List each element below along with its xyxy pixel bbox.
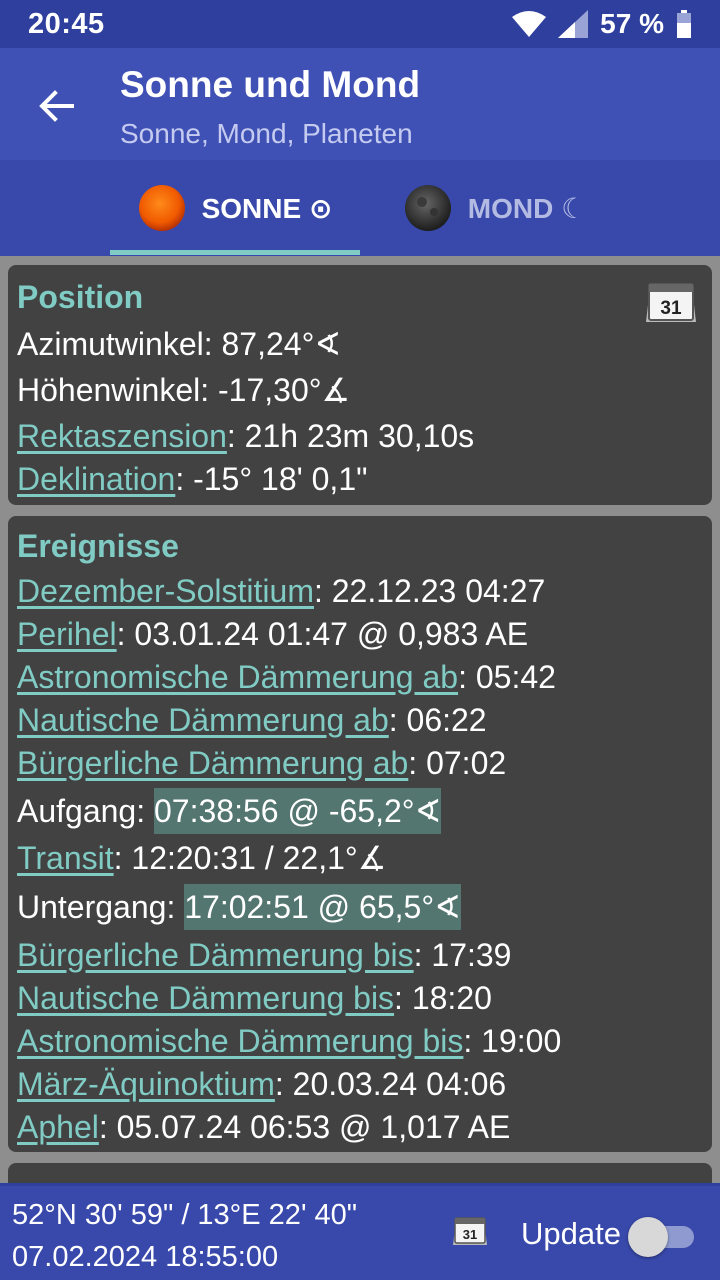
tab-bar: SONNE ⊙ MOND ☾ — [0, 160, 720, 256]
event-row: Bürgerliche Dämmerung ab: 07:02 — [17, 742, 703, 785]
event-row: Aphel: 05.07.24 06:53 @ 1,017 AE — [17, 1106, 703, 1149]
tab-indicator — [110, 250, 360, 255]
bottom-bar: 52°N 30' 59" / 13°E 22' 40" 07.02.2024 1… — [0, 1183, 720, 1280]
calendar-icon-text: 31 — [660, 298, 682, 319]
rektaszension-link[interactable]: Rektaszension — [17, 418, 227, 454]
row-label: Azimutwinkel — [17, 326, 204, 362]
tab-sun[interactable]: SONNE ⊙ — [110, 160, 360, 256]
event-link[interactable]: Perihel — [17, 616, 117, 652]
events-heading: Ereignisse — [17, 528, 179, 564]
event-link[interactable]: März-Äquinoktium — [17, 1066, 275, 1102]
calendar-icon: 31 — [453, 1217, 487, 1245]
event-row: Astronomische Dämmerung bis: 19:00 — [17, 1020, 703, 1063]
event-row: Dezember-Solstitium: 22.12.23 04:27 — [17, 570, 703, 613]
calendar-button[interactable]: 31 — [644, 280, 698, 333]
position-row: Azimutwinkel: 87,24°∢ — [17, 323, 703, 366]
calendar-icon: 31 — [646, 283, 696, 322]
row-value: : -15° 18' 0,1" — [175, 461, 368, 497]
toggle-thumb — [628, 1217, 668, 1257]
wifi-icon — [512, 11, 547, 37]
event-label: Untergang: — [17, 889, 185, 925]
moon-icon — [404, 185, 451, 231]
row-label: Höhenwinkel — [17, 372, 201, 408]
event-value: : 19:00 — [463, 1023, 562, 1059]
event-row: Nautische Dämmerung bis: 18:20 — [17, 977, 703, 1020]
event-value: : 05.07.24 06:53 @ 1,017 AE — [98, 1109, 511, 1145]
event-value: : 22.12.23 04:27 — [313, 573, 546, 609]
event-row: Untergang: 17:02:51 @ 65,5°∢ — [17, 880, 703, 934]
update-toggle[interactable] — [628, 1216, 696, 1257]
position-row: Rektaszension: 21h 23m 30,10s — [17, 415, 703, 458]
sun-icon — [138, 185, 185, 231]
event-value: : 12:20:31 / 22,1°∡ — [113, 840, 387, 876]
location-info[interactable]: 52°N 30' 59" / 13°E 22' 40" 07.02.2024 1… — [12, 1194, 357, 1278]
position-card: Position 31 Azimutwinkel: 87,24°∢ Höhenw… — [8, 265, 712, 505]
event-row: Bürgerliche Dämmerung bis: 17:39 — [17, 934, 703, 977]
event-link[interactable]: Bürgerliche Dämmerung bis — [17, 937, 414, 973]
datetime-text: 07.02.2024 18:55:00 — [12, 1241, 279, 1273]
position-row: Deklination: -15° 18' 0,1" — [17, 458, 703, 501]
event-row: Perihel: 03.01.24 01:47 @ 0,983 AE — [17, 613, 703, 656]
events-card: Ereignisse Dezember-Solstitium: 22.12.23… — [8, 516, 712, 1152]
event-value: : 07:02 — [408, 745, 507, 781]
event-link[interactable]: Aphel — [17, 1109, 99, 1145]
sunset-value: 17:02:51 @ 65,5°∢ — [184, 884, 461, 930]
deklination-link[interactable]: Deklination — [17, 461, 175, 497]
tab-moon[interactable]: MOND ☾ — [370, 160, 620, 256]
sunrise-value: 07:38:56 @ -65,2°∢ — [154, 788, 442, 834]
signal-icon — [558, 10, 589, 38]
coordinates-text: 52°N 30' 59" / 13°E 22' 40" — [12, 1199, 358, 1231]
date-picker-button[interactable]: 31 — [452, 1216, 488, 1253]
event-link[interactable]: Nautische Dämmerung bis — [17, 980, 394, 1016]
event-row: Transit: 12:20:31 / 22,1°∡ — [17, 837, 703, 880]
status-time: 20:45 — [28, 7, 105, 40]
event-link[interactable]: Astronomische Dämmerung ab — [17, 659, 458, 695]
app-bar: Sonne und Mond Sonne, Mond, Planeten — [0, 48, 720, 160]
update-label: Update — [521, 1216, 621, 1251]
row-value: : -17,30°∡ — [200, 372, 351, 408]
event-value: : 20.03.24 04:06 — [274, 1066, 507, 1102]
position-row: Höhenwinkel: -17,30°∡ — [17, 369, 703, 412]
event-link[interactable]: Dezember-Solstitium — [17, 573, 314, 609]
tab-sun-label: SONNE ⊙ — [201, 192, 333, 224]
event-link[interactable]: Bürgerliche Dämmerung ab — [17, 745, 408, 781]
event-value: : 05:42 — [458, 659, 556, 695]
event-value: : 18:20 — [394, 980, 492, 1016]
page-title: Sonne und Mond — [120, 64, 421, 105]
event-row: Aufgang: 07:38:56 @ -65,2°∢ — [17, 785, 703, 837]
arrow-back-icon — [39, 90, 74, 122]
event-link[interactable]: Nautische Dämmerung ab — [17, 702, 389, 738]
back-button[interactable] — [28, 78, 84, 134]
row-value: : 21h 23m 30,10s — [226, 418, 475, 454]
event-row: Nautische Dämmerung ab: 06:22 — [17, 699, 703, 742]
event-link[interactable]: Astronomische Dämmerung bis — [17, 1023, 463, 1059]
bottom-calendar-icon-text: 31 — [463, 1227, 477, 1242]
status-bar: 20:45 57 % — [0, 0, 720, 48]
page-subtitle: Sonne, Mond, Planeten — [120, 118, 413, 149]
event-value: : 06:22 — [388, 702, 487, 738]
event-value: : 03.01.24 01:47 @ 0,983 AE — [116, 616, 529, 652]
event-value: : 17:39 — [413, 937, 512, 973]
event-label: Aufgang: — [17, 793, 154, 829]
row-value: : 87,24°∢ — [203, 326, 342, 362]
battery-icon — [677, 10, 691, 38]
tab-moon-label: MOND ☾ — [467, 192, 587, 224]
event-link[interactable]: Transit — [17, 840, 114, 876]
battery-percent: 57 % — [600, 8, 664, 39]
position-heading: Position — [17, 279, 144, 315]
event-row: März-Äquinoktium: 20.03.24 04:06 — [17, 1063, 703, 1106]
event-row: Astronomische Dämmerung ab: 05:42 — [17, 656, 703, 699]
